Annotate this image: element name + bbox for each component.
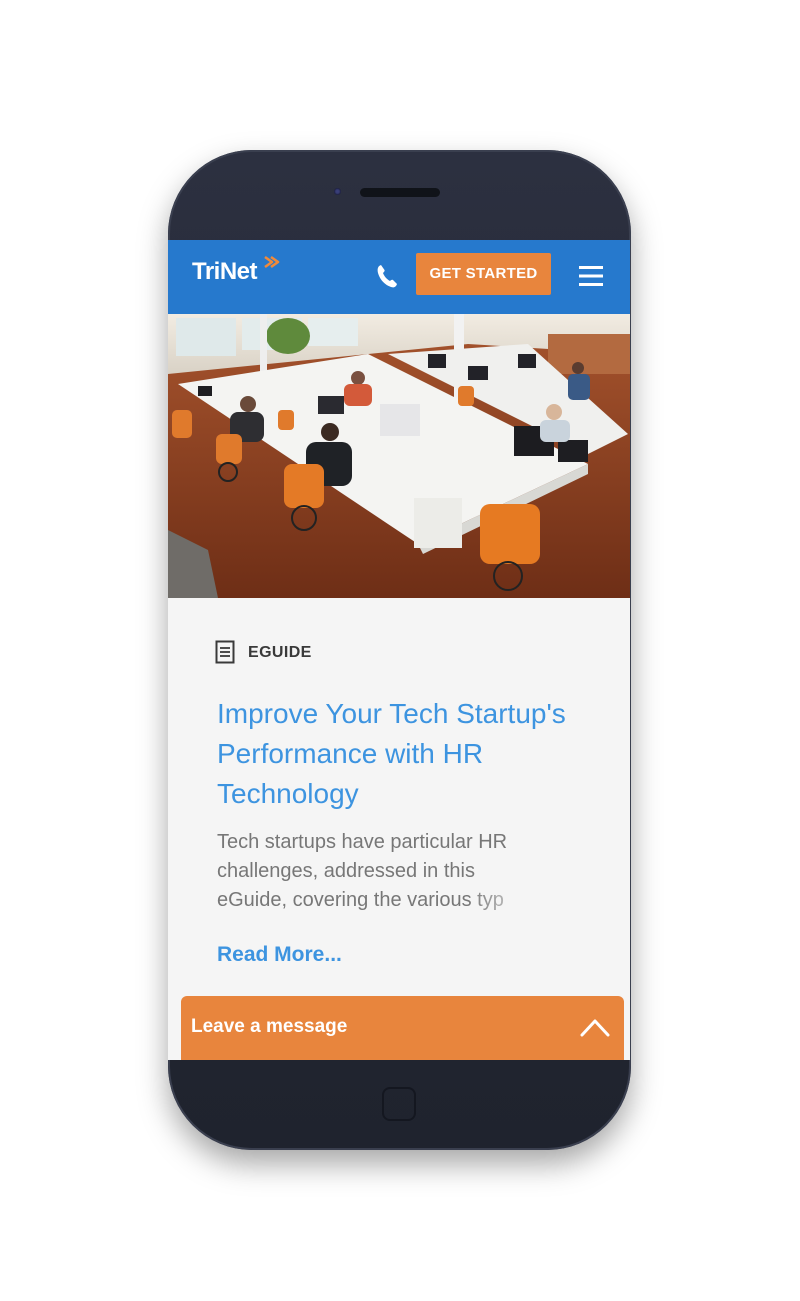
home-button[interactable]: [382, 1087, 416, 1121]
leave-message-chat-bar[interactable]: Leave a message: [181, 996, 624, 1060]
phone-screen: TriNet GET STARTED EGUIDE Improve Your T…: [168, 240, 630, 1060]
top-navigation-bar: TriNet GET STARTED: [168, 240, 630, 314]
get-started-button[interactable]: GET STARTED: [416, 253, 551, 295]
hamburger-menu-icon[interactable]: [577, 262, 605, 290]
speaker-grille: [360, 188, 440, 197]
chevron-up-icon[interactable]: [579, 1016, 611, 1038]
trinet-logo[interactable]: TriNet: [192, 258, 258, 286]
content-type-label: EGUIDE: [248, 644, 312, 661]
document-icon: [215, 640, 235, 664]
logo-arrow-mark: [264, 255, 280, 269]
read-more-link[interactable]: Read More...: [217, 943, 342, 967]
chat-bar-label: Leave a message: [191, 1016, 348, 1037]
hero-office-image: [168, 314, 630, 598]
camera-icon: [334, 188, 341, 195]
excerpt-fade-overlay: [468, 886, 558, 916]
phone-call-icon[interactable]: [374, 262, 400, 290]
article-title[interactable]: Improve Your Tech Startup's Performance …: [217, 694, 597, 814]
